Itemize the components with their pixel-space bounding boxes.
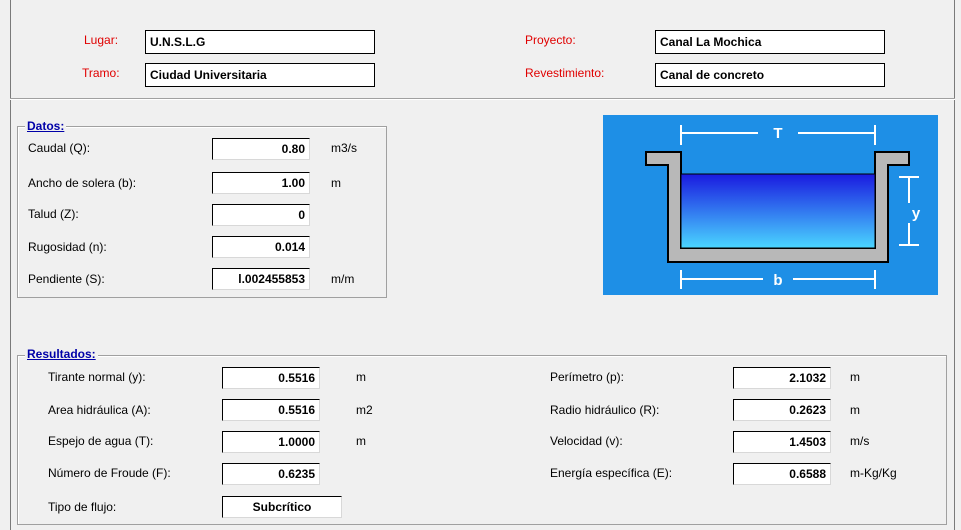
tirante-output[interactable]: 0.5516	[222, 367, 320, 389]
lugar-label: Lugar:	[84, 33, 119, 47]
tipo-label: Tipo de flujo:	[48, 500, 117, 514]
ancho-unit: m	[331, 176, 341, 190]
pendiente-unit: m/m	[331, 272, 355, 286]
froude-label: Número de Froude (F):	[48, 466, 171, 480]
perimetro-label: Perímetro (p):	[550, 370, 625, 384]
canal-diagram: T y b	[603, 115, 938, 295]
tirante-label: Tirante normal (y):	[48, 370, 146, 384]
ancho-input[interactable]: 1.00	[212, 172, 310, 194]
radio-output[interactable]: 0.2623	[733, 399, 831, 421]
radio-unit: m	[850, 403, 860, 417]
pendiente-input[interactable]: l.002455853	[212, 268, 310, 290]
energia-output[interactable]: 0.6588	[733, 463, 831, 485]
header-separator	[10, 98, 955, 100]
froude-output[interactable]: 0.6235	[222, 463, 320, 485]
proyecto-field[interactable]: Canal La Mochica	[655, 30, 885, 54]
window-right-edge	[954, 0, 955, 530]
revestimiento-label: Revestimiento:	[525, 66, 605, 80]
espejo-label: Espejo de agua (T):	[48, 434, 154, 448]
velocidad-label: Velocidad (v):	[550, 434, 623, 448]
espejo-output[interactable]: 1.0000	[222, 431, 320, 453]
pendiente-label: Pendiente (S):	[28, 272, 105, 286]
caudal-unit: m3/s	[331, 141, 358, 155]
rugosidad-label: Rugosidad (n):	[28, 240, 107, 254]
tipo-output[interactable]: Subcrítico	[222, 496, 342, 518]
window-left-edge	[10, 0, 11, 530]
lugar-field[interactable]: U.N.S.L.G	[145, 30, 375, 54]
area-unit: m2	[356, 403, 373, 417]
velocidad-output[interactable]: 1.4503	[733, 431, 831, 453]
tirante-unit: m	[356, 370, 366, 384]
label-b: b	[773, 272, 782, 289]
ancho-label: Ancho de solera (b):	[28, 176, 137, 190]
area-label: Area hidráulica (A):	[48, 403, 151, 417]
label-y: y	[912, 205, 921, 222]
perimetro-output[interactable]: 2.1032	[733, 367, 831, 389]
area-output[interactable]: 0.5516	[222, 399, 320, 421]
radio-label: Radio hidráulico (R):	[550, 403, 660, 417]
caudal-label: Caudal (Q):	[28, 141, 91, 155]
water-area	[680, 173, 876, 249]
tramo-field[interactable]: Ciudad Universitaria	[145, 63, 375, 87]
rugosidad-input[interactable]: 0.014	[212, 236, 310, 258]
talud-label: Talud (Z):	[28, 207, 79, 221]
velocidad-unit: m/s	[850, 434, 870, 448]
energia-unit: m-Kg/Kg	[850, 466, 897, 480]
espejo-unit: m	[356, 434, 366, 448]
tramo-label: Tramo:	[82, 66, 120, 80]
label-t: T	[773, 125, 782, 142]
perimetro-unit: m	[850, 370, 860, 384]
revestimiento-field[interactable]: Canal de concreto	[655, 63, 885, 87]
datos-title: Datos:	[25, 119, 67, 133]
energia-label: Energía específica (E):	[550, 466, 673, 480]
caudal-input[interactable]: 0.80	[212, 138, 310, 160]
proyecto-label: Proyecto:	[525, 33, 576, 47]
resultados-title: Resultados:	[25, 347, 98, 361]
talud-input[interactable]: 0	[212, 204, 310, 226]
